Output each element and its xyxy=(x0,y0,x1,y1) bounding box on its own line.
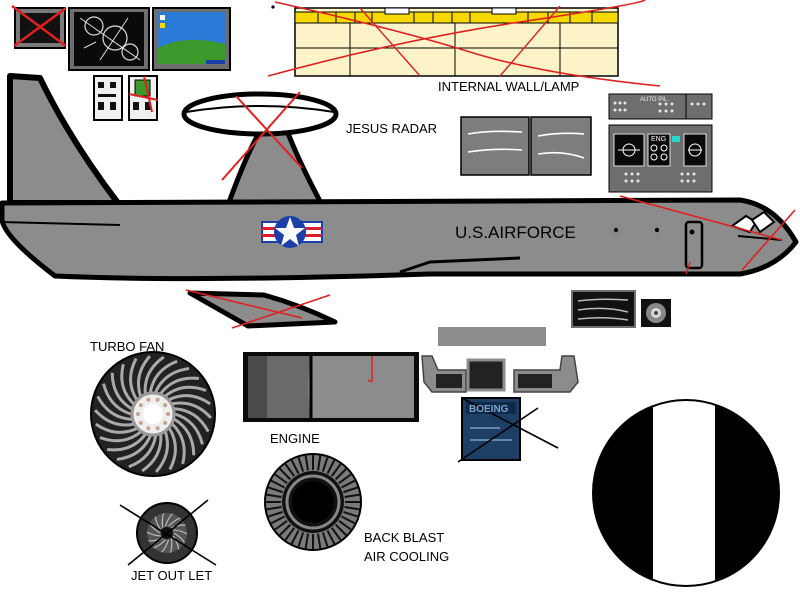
autopilot-panel-label: AUTO PIL. xyxy=(640,97,669,103)
jet-outlet-label: JET OUT LET xyxy=(131,568,213,583)
black-white-disc-icon xyxy=(592,399,780,587)
fan-bolt xyxy=(166,412,170,416)
radar-screen-icon xyxy=(68,7,150,71)
fan-bolt xyxy=(146,397,151,402)
us-airforce-label: U.S.AIRFORCE xyxy=(455,223,576,242)
fan-bolt xyxy=(138,420,143,425)
boeing-manual-label: BOEING xyxy=(469,404,509,415)
fan-bolt xyxy=(163,420,168,425)
fuselage xyxy=(0,195,799,282)
fan-bolt xyxy=(163,403,168,408)
eng-display-label: ENG xyxy=(651,136,666,143)
internal-wall-lamp-label: INTERNAL WALL/LAMP xyxy=(438,79,580,94)
desktop-screen-icon xyxy=(152,7,231,71)
back-blast-label-line1: BACK BLAST xyxy=(364,530,445,545)
internal-wall-lamp-panel xyxy=(267,0,661,87)
switch-panel-icon xyxy=(93,75,123,121)
headphones-icon xyxy=(421,327,579,393)
wing xyxy=(185,289,338,329)
back-blast-label-line2: AIR COOLING xyxy=(364,549,450,564)
turbo-fan-label: TURBO FAN xyxy=(90,339,165,354)
small-gauge-icon xyxy=(641,299,671,327)
fan-bolt xyxy=(146,426,151,431)
exhaust-ring-icon xyxy=(264,453,362,551)
fan-bolt xyxy=(155,426,160,431)
fan-bolt xyxy=(136,412,140,416)
fan-bolt xyxy=(138,403,143,408)
throttle-gauge-panel xyxy=(460,116,592,176)
turbo-fan-icon xyxy=(90,351,216,477)
engine-label: ENGINE xyxy=(270,431,320,446)
drawing-canvas: AUTO PIL. ENG BOEING xyxy=(0,0,799,587)
engine-icon xyxy=(243,352,419,422)
jesus-radar-label: JESUS RADAR xyxy=(346,121,438,136)
jet-outlet-icon xyxy=(119,499,217,566)
switch-panel-crossed-icon xyxy=(128,75,159,121)
small-monitor-icon xyxy=(11,4,67,49)
fan-bolt xyxy=(155,397,160,402)
radar-dome-icon xyxy=(181,91,339,208)
radio-panel-icon xyxy=(571,290,636,328)
